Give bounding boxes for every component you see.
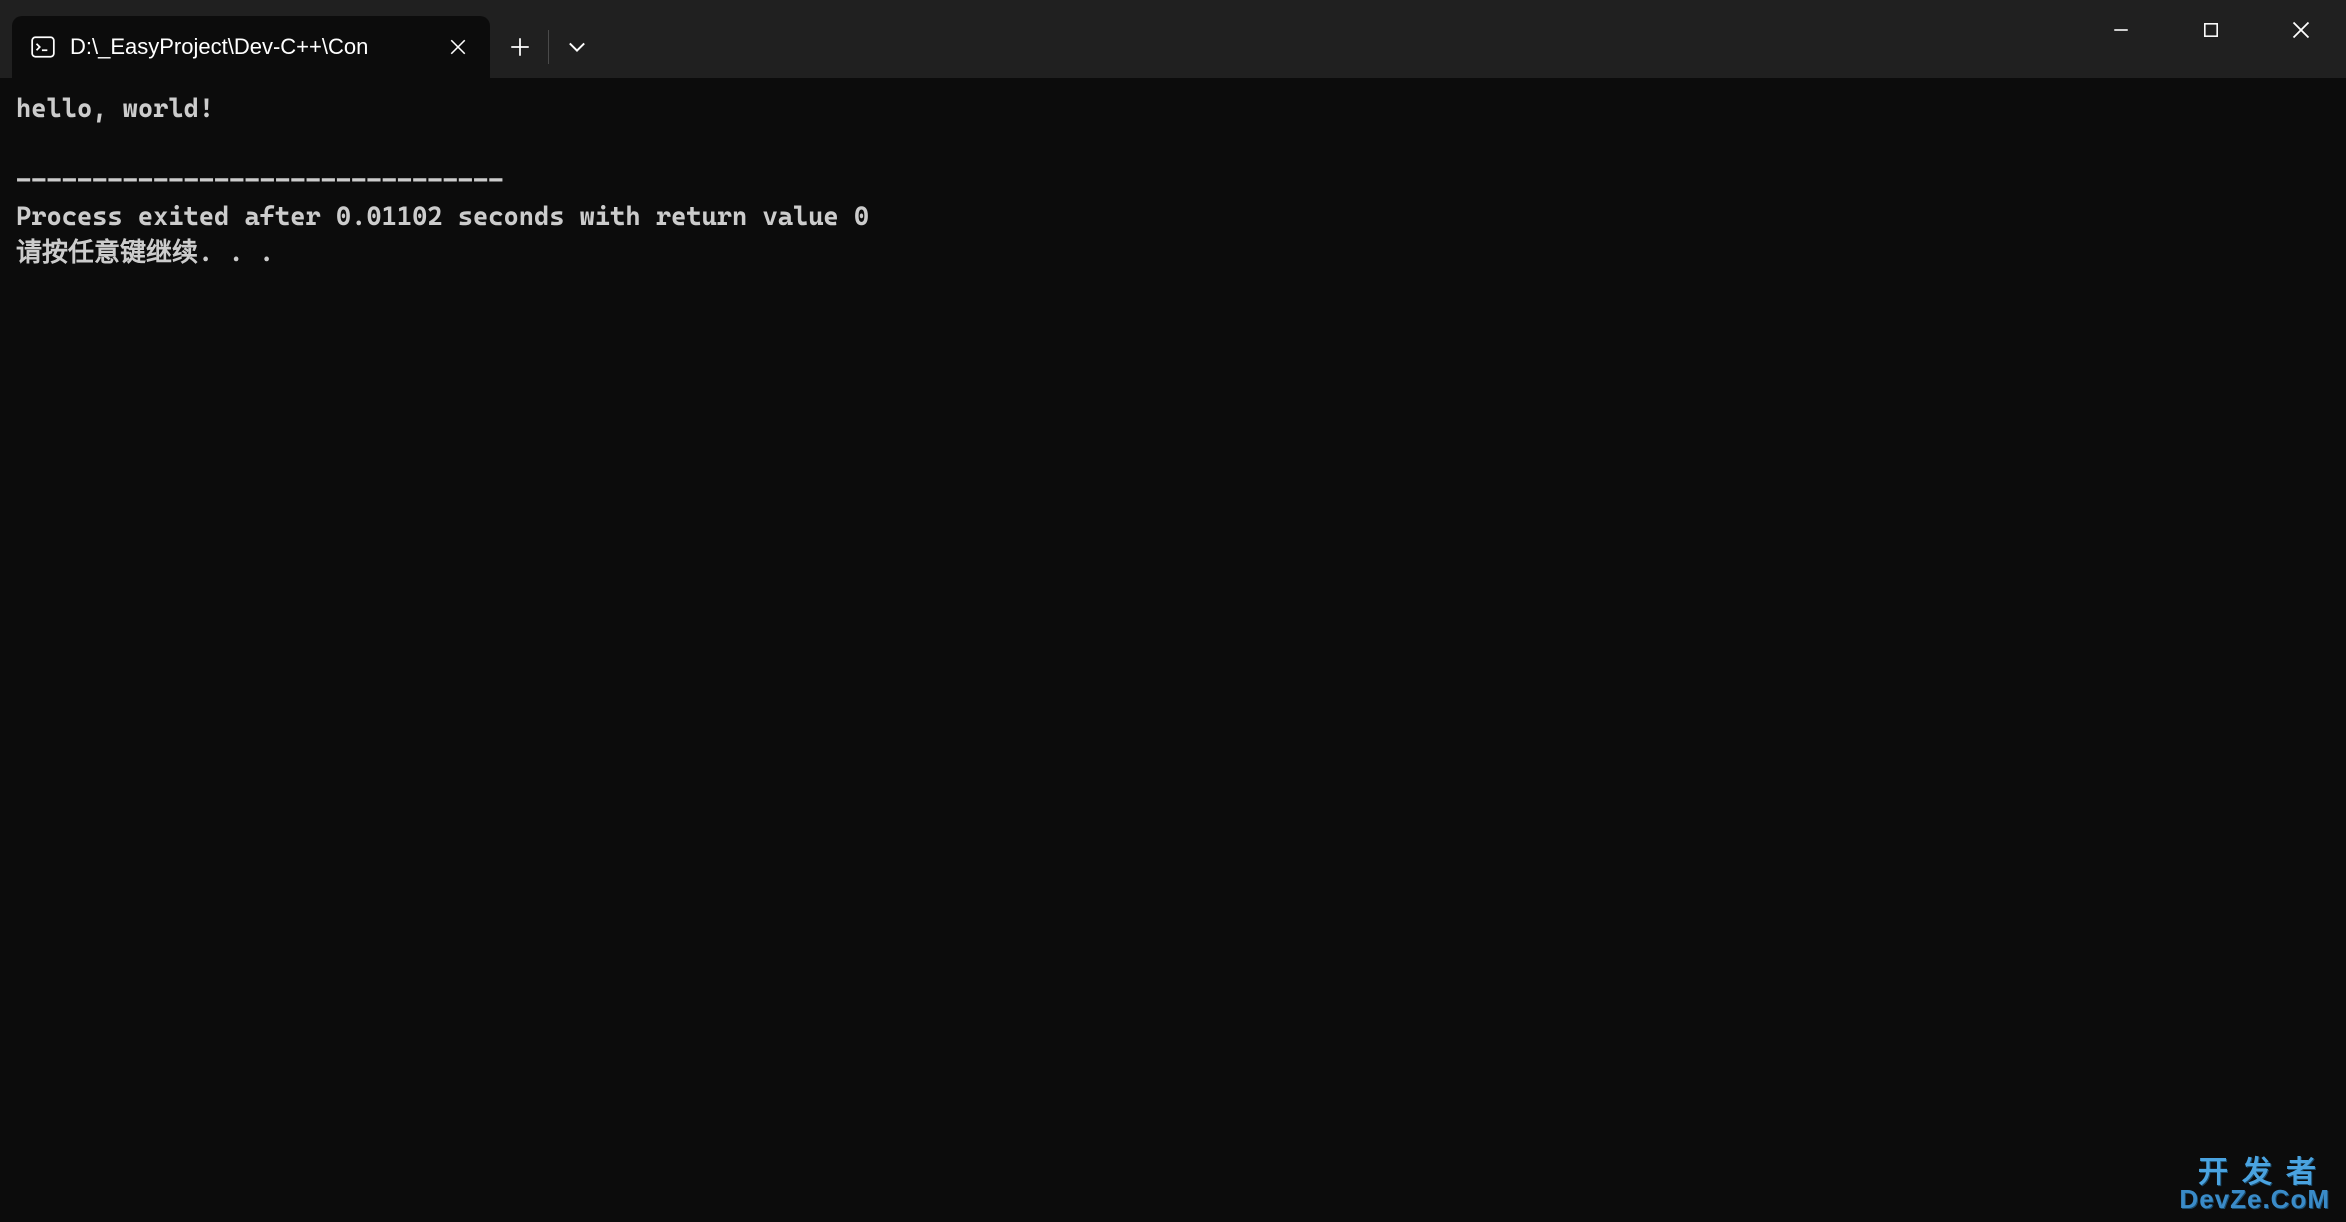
terminal-output[interactable]: hello, world! --------------------------… [0,78,2346,285]
output-line: 请按任意键继续. . . [16,238,274,268]
terminal-icon [30,34,56,60]
titlebar: D:\_EasyProject\Dev-C++\Con [0,0,2346,78]
new-tab-button[interactable] [492,19,548,75]
minimize-button[interactable] [2076,0,2166,60]
watermark-bottom: DevZe.CoM [2179,1186,2330,1212]
tab-close-button[interactable] [442,31,474,63]
window-controls [2076,0,2346,60]
output-line: hello, world! [16,94,214,124]
tab-title: D:\_EasyProject\Dev-C++\Con [70,34,428,60]
maximize-button[interactable] [2166,0,2256,60]
tab-dropdown-button[interactable] [549,19,605,75]
watermark: 开发者 DevZe.CoM [2179,1158,2330,1212]
output-line: -------------------------------- [16,166,504,196]
output-line: Process exited after 0.01102 seconds wit… [16,202,869,232]
active-tab[interactable]: D:\_EasyProject\Dev-C++\Con [12,16,490,78]
titlebar-actions [492,16,605,78]
close-window-button[interactable] [2256,0,2346,60]
